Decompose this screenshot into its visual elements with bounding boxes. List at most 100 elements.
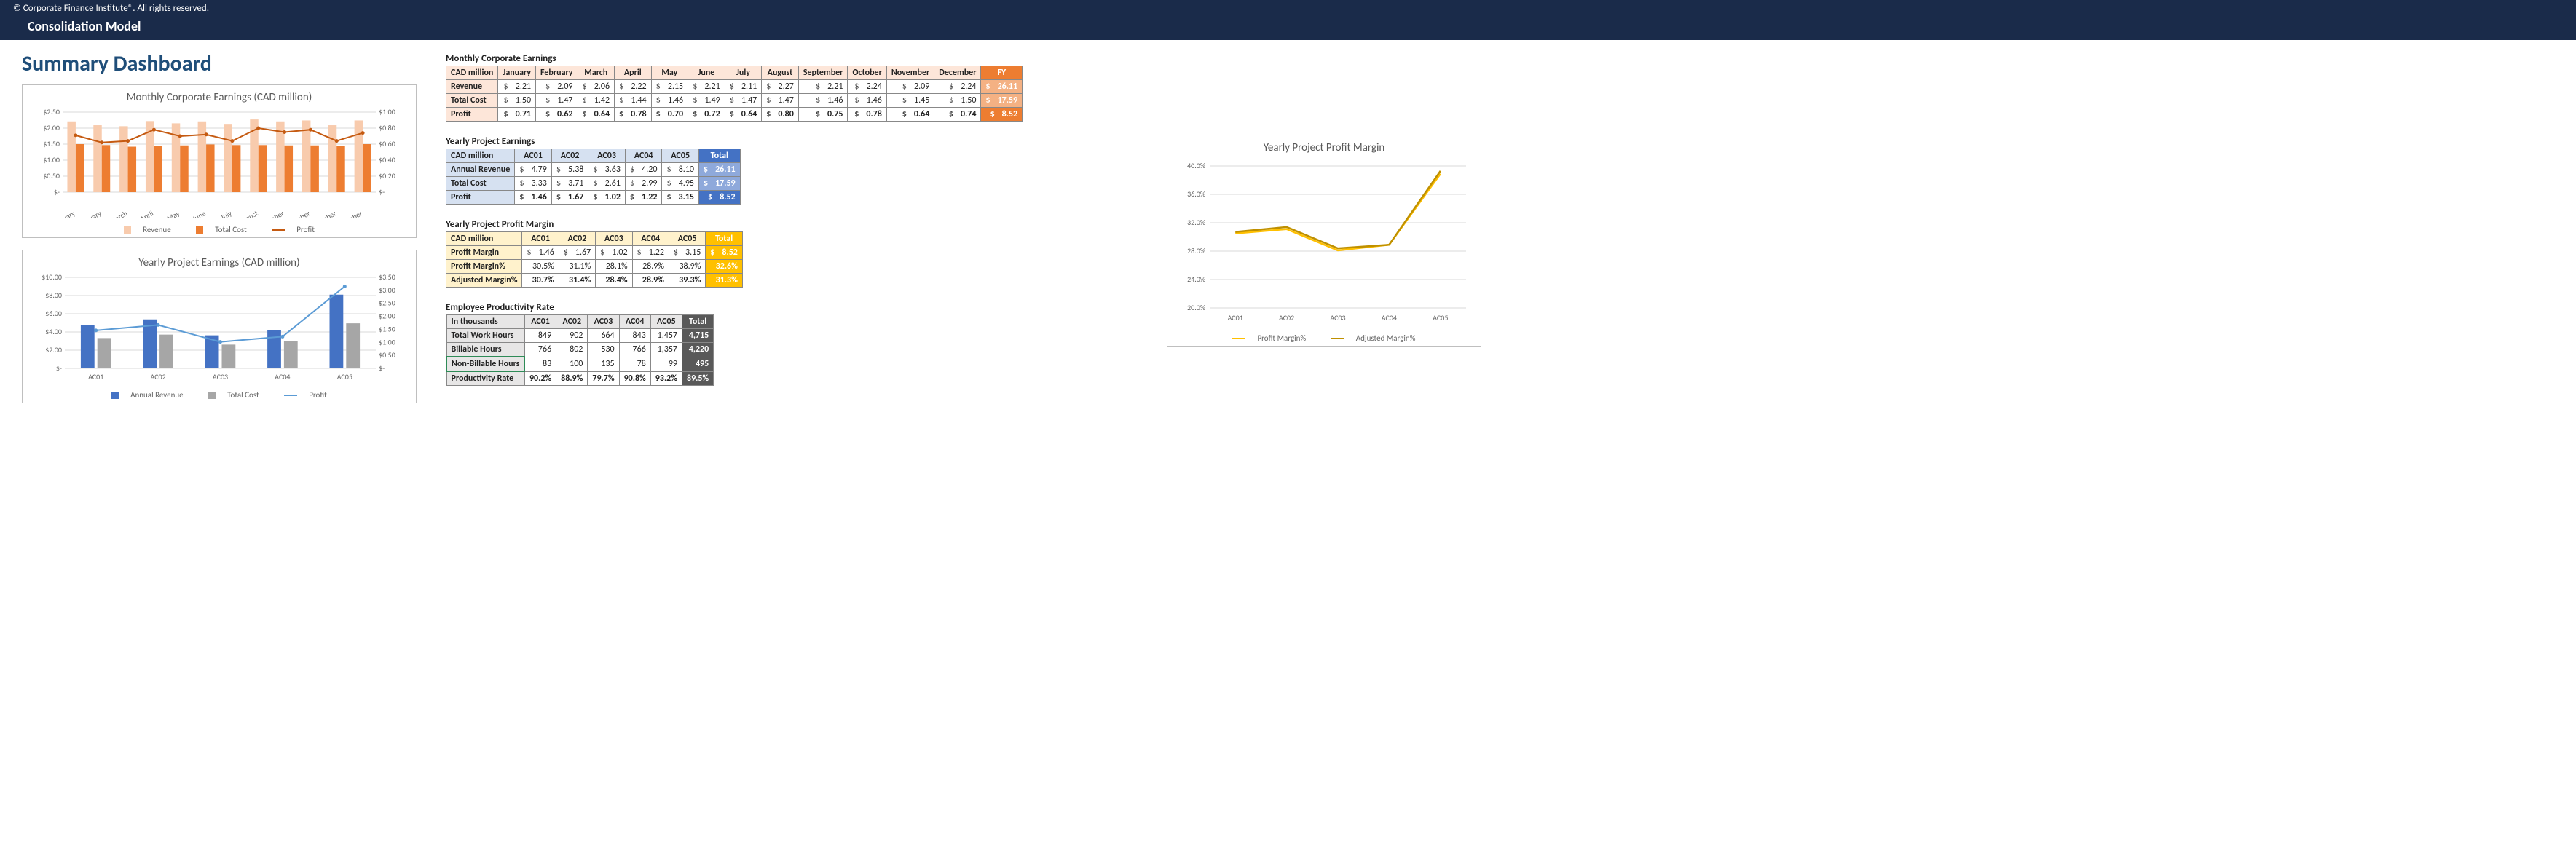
table-header-total: Total xyxy=(699,149,741,163)
table-cell: 902 xyxy=(556,329,588,343)
svg-text:$1.50: $1.50 xyxy=(379,324,395,333)
chart-title: Yearly Project Profit Margin xyxy=(1175,141,1473,154)
table-cell: $1.47 xyxy=(536,94,578,108)
table-cell: 1,357 xyxy=(650,343,682,357)
table-cell: $0.72 xyxy=(688,108,725,122)
table-cell: 90.2% xyxy=(524,371,556,386)
table-cell: $1.50 xyxy=(934,94,981,108)
table-header: July xyxy=(725,66,762,80)
table-cell: $2.27 xyxy=(762,80,799,94)
table-cell: $0.74 xyxy=(934,108,981,122)
row-label: Non-Billable Hours xyxy=(446,357,524,371)
chart-canvas: $2.50$2.00$1.50$1.00$0.50$-$1.00$0.80$0.… xyxy=(30,108,409,218)
fy-total: $17.59 xyxy=(981,94,1023,108)
table-cell: $2.61 xyxy=(588,177,626,191)
table-cell: $2.22 xyxy=(615,80,652,94)
table-cell: 38.9% xyxy=(669,260,705,274)
table-header: May xyxy=(651,66,688,80)
row-label: Total Work Hours xyxy=(446,329,524,343)
svg-text:$2.00: $2.00 xyxy=(379,312,395,321)
svg-text:AC01: AC01 xyxy=(88,372,103,381)
row-label: Annual Revenue xyxy=(446,163,515,177)
row-label: Profit Margin xyxy=(446,246,522,260)
table-cell: 93.2% xyxy=(650,371,682,386)
row-label: Profit xyxy=(446,191,515,205)
table-cell: $1.46 xyxy=(651,94,688,108)
table-cell: $1.46 xyxy=(848,94,886,108)
table-header: November xyxy=(886,66,934,80)
svg-text:$0.50: $0.50 xyxy=(379,350,395,360)
table-cell: 30.7% xyxy=(522,274,559,288)
row-label: Billable Hours xyxy=(446,343,524,357)
chart-canvas: 40.0%36.0%32.0%28.0%24.0%20.0%AC01AC02AC… xyxy=(1175,159,1473,326)
table-header: September xyxy=(798,66,848,80)
table-cell: $3.15 xyxy=(662,191,699,205)
svg-text:$-: $- xyxy=(379,187,385,197)
table-cell: 79.7% xyxy=(588,371,619,386)
table-cell: 28.9% xyxy=(632,260,669,274)
chart-legend: Profit Margin% Adjusted Margin% xyxy=(1175,329,1473,343)
table-header: AC02 xyxy=(556,315,588,329)
table-cell: $1.02 xyxy=(596,246,632,260)
table-cell: $3.63 xyxy=(588,163,626,177)
table-header: June xyxy=(688,66,725,80)
table-cell: $2.09 xyxy=(886,80,934,94)
svg-text:36.0%: 36.0% xyxy=(1187,189,1205,199)
table-cell: 31.1% xyxy=(559,260,595,274)
table-header: January xyxy=(498,66,536,80)
table-cell: 766 xyxy=(524,343,556,357)
table-header: AC03 xyxy=(588,149,626,163)
table-header: AC02 xyxy=(551,149,588,163)
svg-text:32.0%: 32.0% xyxy=(1187,218,1205,227)
svg-text:$1.50: $1.50 xyxy=(43,139,60,149)
svg-text:$-: $- xyxy=(379,363,385,373)
table-header: AC04 xyxy=(632,232,669,246)
table-cell: $2.24 xyxy=(848,80,886,94)
table-cell: 31.4% xyxy=(559,274,595,288)
table-cell: 88.9% xyxy=(556,371,588,386)
table-cell: $1.50 xyxy=(498,94,536,108)
svg-text:AC05: AC05 xyxy=(1433,313,1448,322)
table-header: AC03 xyxy=(596,232,632,246)
table-cell: $0.75 xyxy=(798,108,848,122)
table-cell: 83 xyxy=(524,357,556,371)
table-header: CAD million xyxy=(446,66,498,80)
table-cell: $2.21 xyxy=(798,80,848,94)
table-cell: $1.45 xyxy=(886,94,934,108)
svg-text:$-: $- xyxy=(54,187,60,197)
table-header: AC04 xyxy=(625,149,662,163)
svg-text:$0.40: $0.40 xyxy=(379,155,395,165)
table-header: AC02 xyxy=(559,232,595,246)
row-label: Revenue xyxy=(446,80,498,94)
table-cell: $2.21 xyxy=(498,80,536,94)
fy-total: $26.11 xyxy=(981,80,1023,94)
table-cell: $8.10 xyxy=(662,163,699,177)
svg-text:$2.00: $2.00 xyxy=(45,345,62,355)
table-cell: $1.47 xyxy=(762,94,799,108)
table-cell: 100 xyxy=(556,357,588,371)
table-cell: $1.46 xyxy=(798,94,848,108)
table-yearly-profit-margin: CAD millionAC01AC02AC03AC04AC05TotalProf… xyxy=(446,231,743,288)
chart-legend: Annual Revenue Total Cost Profit xyxy=(30,386,409,400)
svg-text:$0.20: $0.20 xyxy=(379,171,395,181)
table-cell: $2.99 xyxy=(625,177,662,191)
table-cell: 99 xyxy=(650,357,682,371)
table-cell: 135 xyxy=(588,357,619,371)
table-cell: 90.8% xyxy=(619,371,650,386)
mce-title: Monthly Corporate Earnings xyxy=(446,53,1138,64)
chart-canvas: $10.00$8.00$6.00$4.00$2.00$-$3.50$3.00$2… xyxy=(30,274,409,383)
epr-title: Employee Productivity Rate xyxy=(446,302,1138,313)
table-cell: $1.47 xyxy=(725,94,762,108)
table-cell: 28.1% xyxy=(596,260,632,274)
table-cell: $0.64 xyxy=(886,108,934,122)
table-header: AC01 xyxy=(515,149,552,163)
svg-text:40.0%: 40.0% xyxy=(1187,161,1205,170)
table-cell: $1.67 xyxy=(551,191,588,205)
ypm-title: Yearly Project Profit Margin xyxy=(446,219,1138,230)
svg-text:28.0%: 28.0% xyxy=(1187,246,1205,256)
table-cell: $1.46 xyxy=(522,246,559,260)
row-total: $8.52 xyxy=(699,191,741,205)
table-cell: $0.71 xyxy=(498,108,536,122)
svg-text:24.0%: 24.0% xyxy=(1187,274,1205,284)
svg-text:AC02: AC02 xyxy=(151,372,166,381)
